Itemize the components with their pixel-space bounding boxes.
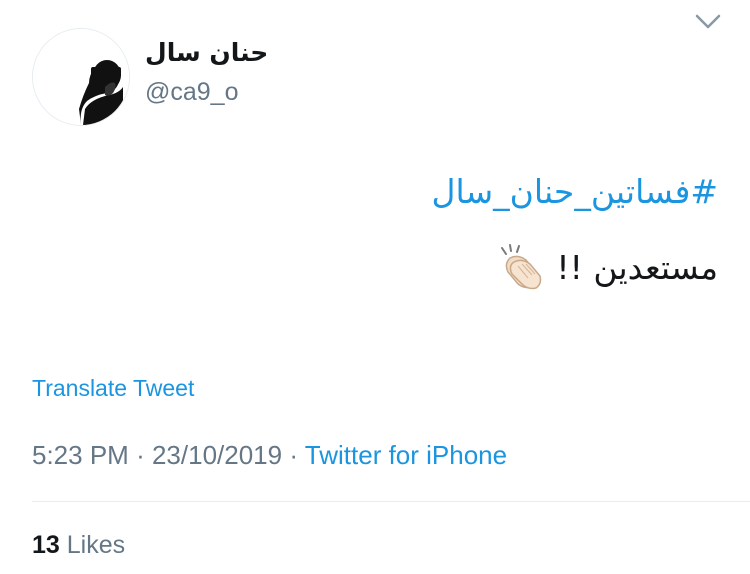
avatar[interactable] (32, 28, 130, 126)
author-handle[interactable]: @ca9_o (145, 78, 239, 107)
hashtag-link[interactable]: #فساتين_حنان_سال (431, 172, 718, 211)
tweet-text-content: مستعدين !! (556, 247, 718, 287)
clapping-hands-icon (501, 244, 542, 290)
tweet-text: مستعدين !! (496, 244, 718, 290)
tweet-date[interactable]: 23/10/2019 (152, 440, 282, 470)
person-silhouette-icon (33, 29, 129, 125)
tweet-source-link[interactable]: Twitter for iPhone (305, 440, 507, 470)
tweet-time[interactable]: 5:23 PM (32, 440, 129, 470)
translate-tweet-link[interactable]: Translate Tweet (32, 375, 194, 402)
meta-separator: · (136, 440, 145, 470)
author-display-name[interactable]: حنان سال (145, 38, 268, 67)
likes-stat[interactable]: 13 Likes (32, 531, 125, 560)
meta-separator: · (289, 440, 299, 470)
likes-count: 13 (32, 531, 60, 559)
likes-label: Likes (66, 531, 126, 559)
chevron-down-icon[interactable] (694, 12, 722, 32)
tweet-detail: حنان سال @ca9_o #فساتين_حنان_سال مستعدين… (0, 0, 750, 574)
tweet-metadata: 5:23 PM · 23/10/2019 · Twitter for iPhon… (32, 440, 507, 471)
divider (32, 501, 750, 502)
